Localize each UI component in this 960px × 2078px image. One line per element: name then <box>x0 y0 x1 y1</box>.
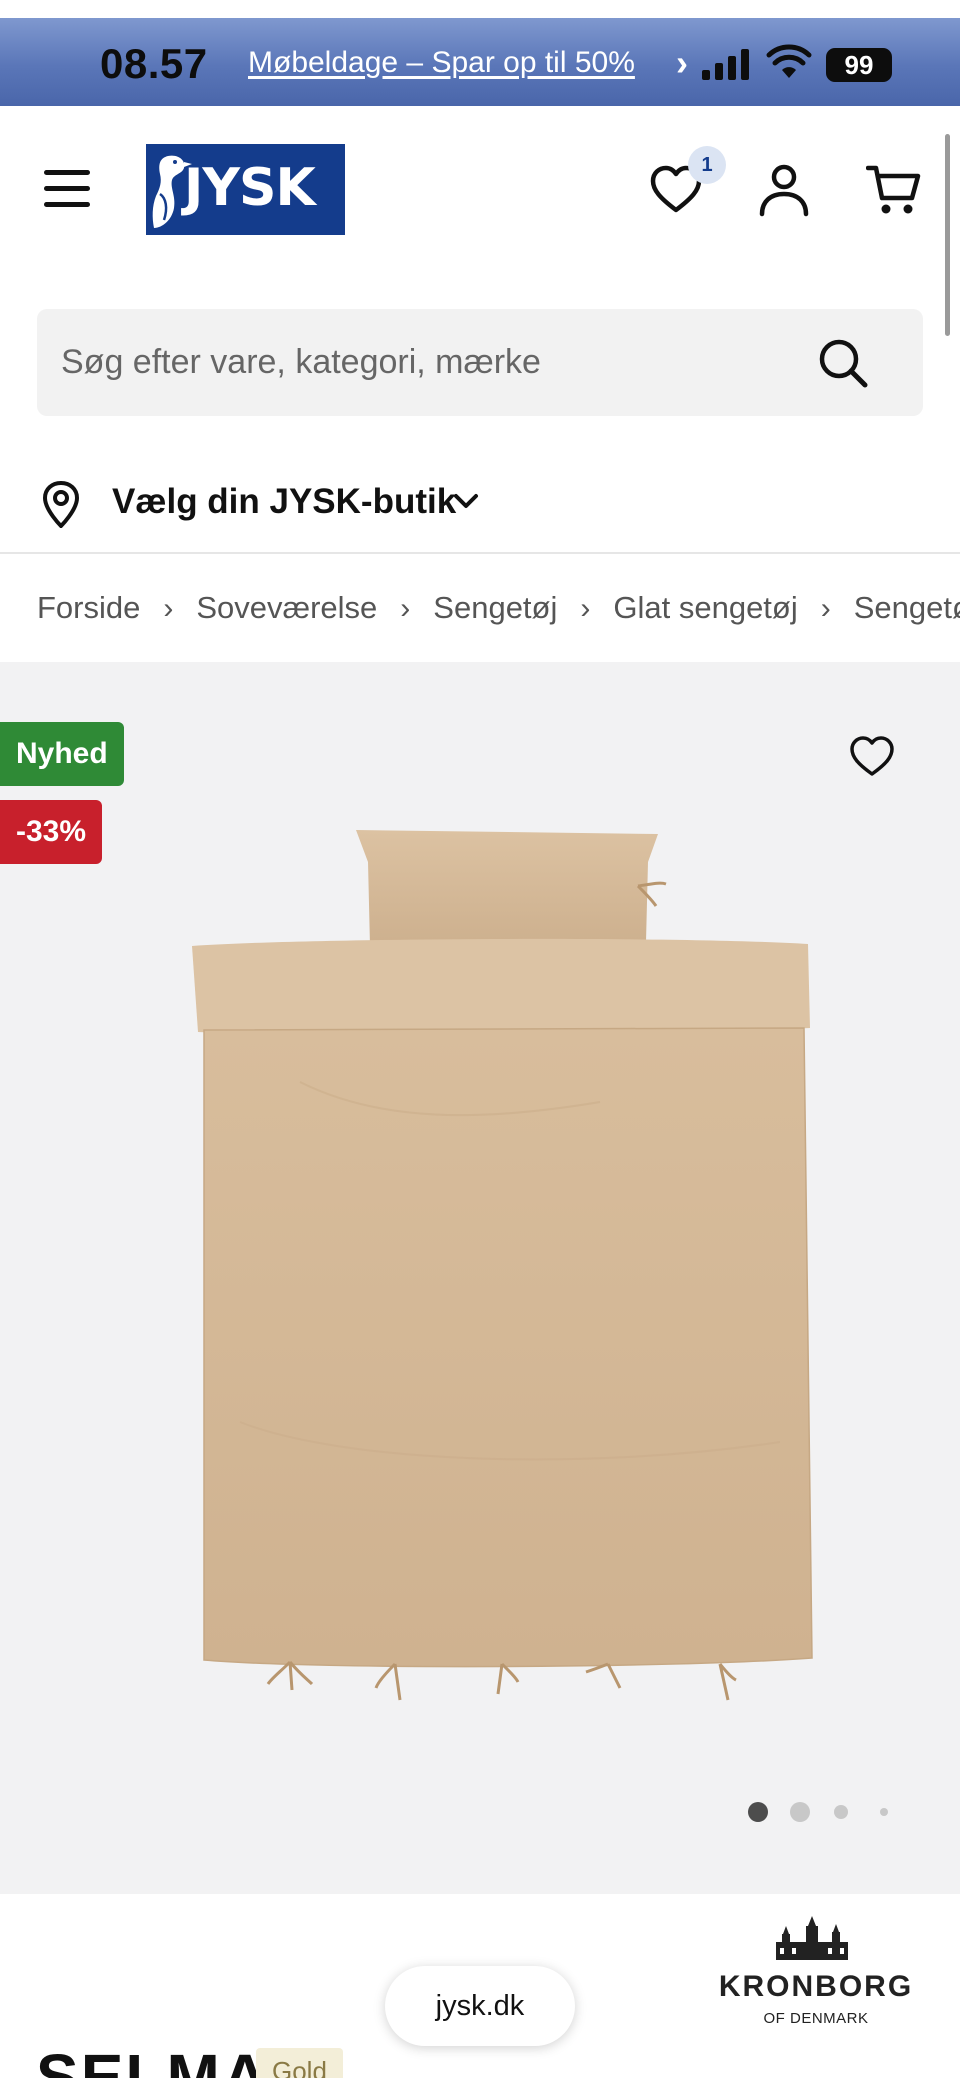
breadcrumb-item-current[interactable]: Sengetøj <box>854 590 960 626</box>
castle-logo-icon <box>776 1916 848 1960</box>
page-scrollbar[interactable] <box>945 134 950 336</box>
store-selector-label: Vælg din JYSK-butik <box>112 482 457 521</box>
product-title: SELMA <box>36 2041 270 2078</box>
logo-wordmark: JYSK <box>184 158 316 218</box>
breadcrumb-item-home[interactable]: Forside <box>37 590 140 626</box>
breadcrumb: Forside › Soveværelse › Sengetøj › Glat senget… <box>0 554 960 662</box>
search-icon[interactable] <box>817 337 869 389</box>
image-carousel-dots[interactable] <box>748 1800 898 1824</box>
hamburger-menu-icon[interactable] <box>44 170 90 210</box>
chevron-down-icon <box>454 494 478 508</box>
carousel-dot[interactable] <box>790 1802 810 1822</box>
breadcrumb-separator-icon: › <box>163 592 174 625</box>
breadcrumb-item-plain-bedding[interactable]: Glat sengetøj <box>613 590 797 626</box>
breadcrumb-separator-icon: › <box>820 592 831 625</box>
user-account-icon[interactable] <box>756 162 812 218</box>
brand-subtitle: OF DENMARK <box>763 2010 869 2027</box>
jysk-logo[interactable]: JYSK <box>146 144 345 235</box>
cellular-signal-icon <box>702 49 749 80</box>
breadcrumb-separator-icon: › <box>400 592 411 625</box>
shopping-cart-icon[interactable] <box>866 162 922 218</box>
battery-icon: 99 <box>826 48 892 82</box>
search-bar <box>37 309 923 416</box>
search-input[interactable] <box>61 309 821 416</box>
store-selector[interactable]: Vælg din JYSK-butik <box>40 476 500 532</box>
product-image-duvet[interactable] <box>180 822 820 1722</box>
chevron-right-icon[interactable]: › <box>676 42 688 84</box>
site-header: JYSK 1 <box>0 106 960 302</box>
carousel-dot-active[interactable] <box>748 1802 768 1822</box>
breadcrumb-item-bedroom[interactable]: Soveværelse <box>196 590 377 626</box>
product-gallery[interactable]: Nyhed -33% <box>0 662 960 1894</box>
breadcrumb-separator-icon: › <box>580 592 591 625</box>
browser-url-bar[interactable]: jysk.dk <box>385 1966 575 2046</box>
colour-chip: Gold <box>256 2048 343 2078</box>
add-to-wishlist-heart-icon[interactable] <box>848 734 896 780</box>
carousel-dot[interactable] <box>880 1808 888 1816</box>
promo-banner-link[interactable]: Møbeldage – Spar op til 50% <box>248 46 635 80</box>
breadcrumb-item-bedding[interactable]: Sengetøj <box>433 590 557 626</box>
location-pin-icon <box>42 480 80 528</box>
carousel-dot[interactable] <box>834 1805 848 1819</box>
brand-name: KRONBORG <box>718 1970 914 2003</box>
wifi-icon <box>766 44 812 78</box>
brand-logo[interactable]: KRONBORG OF DENMARK <box>700 1916 932 2027</box>
status-bar: 08.57 Møbeldage – Spar op til 50% › 99 <box>0 18 960 106</box>
discount-badge: -33% <box>0 800 103 864</box>
product-page: 08.57 Møbeldage – Spar op til 50% › 99 J… <box>0 0 960 2078</box>
wishlist-count-badge: 1 <box>688 146 726 184</box>
new-badge: Nyhed <box>0 722 124 786</box>
status-time: 08.57 <box>100 40 208 87</box>
